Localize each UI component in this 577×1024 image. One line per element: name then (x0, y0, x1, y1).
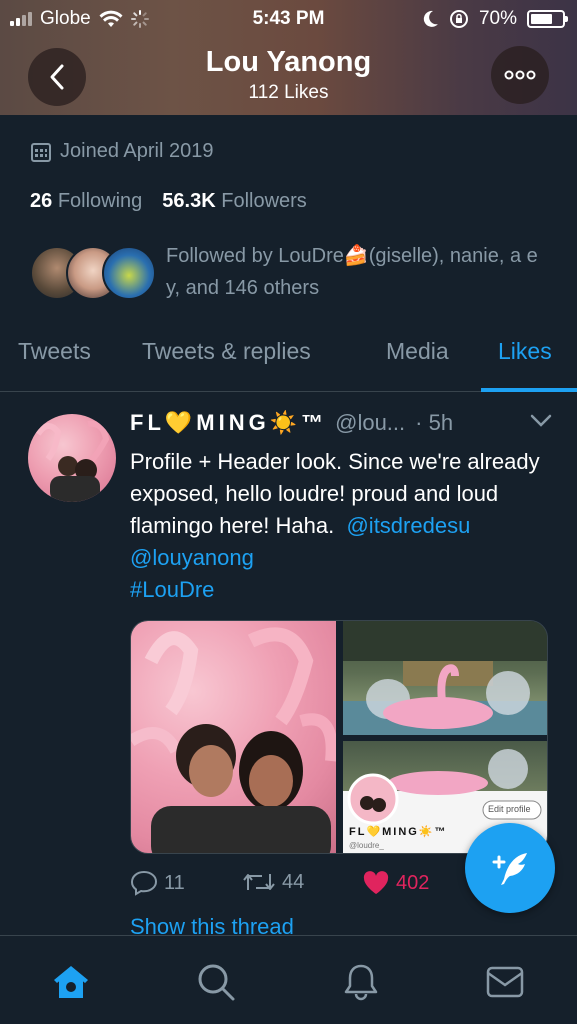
followers-link[interactable]: 56.3K Followers (162, 190, 307, 213)
heart-filled-icon (363, 871, 389, 894)
nav-notifications[interactable] (341, 962, 381, 1002)
bottom-tab-bar (0, 935, 577, 1024)
chevron-down-icon[interactable] (530, 414, 552, 428)
tweet-media-grid: Edit profile FL💛MING☀️™ @loudre_ (130, 620, 548, 854)
active-tab-indicator (481, 388, 577, 392)
moon-icon (423, 10, 438, 27)
mention-link[interactable]: @louyanong (130, 545, 254, 570)
mention-link[interactable]: @itsdredesu (346, 513, 470, 538)
edit-profile-preview-label: Edit profile (488, 804, 531, 814)
followed-by-avatars[interactable] (30, 246, 156, 302)
hashtag-link[interactable]: #LouDre (130, 577, 214, 602)
nav-search[interactable] (196, 962, 236, 1002)
show-thread-link[interactable]: Show this thread (130, 914, 294, 936)
following-link[interactable]: 26 Following (30, 190, 142, 213)
status-bar: Globe 5:43 PM 70% (0, 0, 577, 38)
avatar-photo (35, 420, 110, 502)
followed-by-text[interactable]: Followed by LouDre🍰(giselle), nanie, a e… (166, 240, 546, 304)
tab-media[interactable]: Media (386, 338, 449, 365)
reply-button[interactable]: 11 (130, 870, 185, 896)
tweet-timestamp[interactable]: · 5h (415, 410, 453, 436)
pool-photo (343, 621, 547, 735)
calendar-icon (31, 142, 51, 162)
reply-icon (130, 870, 158, 896)
messages-icon (486, 966, 524, 998)
tweet-author-name[interactable]: FL💛MING☀️™ (130, 410, 327, 436)
followers-label: Followers (221, 190, 307, 212)
like-count: 402 (396, 871, 430, 894)
followers-count: 56.3K (162, 190, 216, 212)
search-icon (198, 964, 235, 1001)
preview-handle: @loudre_ (349, 841, 384, 850)
tab-tweets[interactable]: Tweets (18, 338, 91, 365)
tweet-author-avatar[interactable] (28, 414, 116, 502)
orientation-lock-icon (449, 10, 468, 28)
notifications-icon (344, 964, 378, 1001)
following-count: 26 (30, 190, 53, 212)
battery-icon (527, 10, 568, 28)
joined-date: Joined April 2019 (30, 140, 213, 163)
tweet-text: Profile + Header look. Since we're alrea… (130, 449, 540, 538)
battery-percent: 70% (478, 8, 517, 29)
status-right: 70% (423, 8, 568, 30)
joined-label: Joined April 2019 (60, 140, 214, 162)
home-icon (54, 966, 88, 998)
tab-tweets-replies[interactable]: Tweets & replies (142, 338, 311, 365)
reply-count: 11 (164, 871, 185, 894)
tweet-body: Profile + Header look. Since we're alrea… (130, 446, 550, 606)
media-image-flamingo-couple[interactable] (131, 621, 338, 853)
nav-home[interactable] (51, 962, 91, 1002)
tab-likes[interactable]: Likes (498, 338, 552, 365)
compose-tweet-button[interactable] (465, 823, 555, 913)
follow-stats: 26 Following 56.3K Followers (30, 190, 307, 213)
following-label: Following (57, 190, 143, 212)
nav-messages[interactable] (485, 962, 525, 1002)
compose-feather-icon (492, 853, 527, 885)
retweet-button[interactable]: 44 (242, 870, 304, 894)
tweet-author-handle[interactable]: @lou... (335, 410, 405, 436)
tweet-header: FL💛MING☀️™ @lou... · 5h (130, 410, 552, 436)
profile-tabs: Tweets Tweets & replies Media Likes (0, 322, 577, 392)
retweet-icon (243, 874, 275, 890)
like-button[interactable]: 402 (362, 870, 429, 896)
preview-name: FL💛MING☀️™ (349, 826, 448, 838)
likes-count-subtitle: 112 Likes (248, 82, 329, 103)
avatar (102, 246, 156, 300)
more-options-button[interactable] (491, 46, 549, 104)
more-dots-icon (504, 70, 536, 80)
retweet-count: 44 (282, 870, 305, 893)
flamingo-photo (131, 627, 338, 853)
media-image-pool-flamingo[interactable] (343, 621, 547, 735)
